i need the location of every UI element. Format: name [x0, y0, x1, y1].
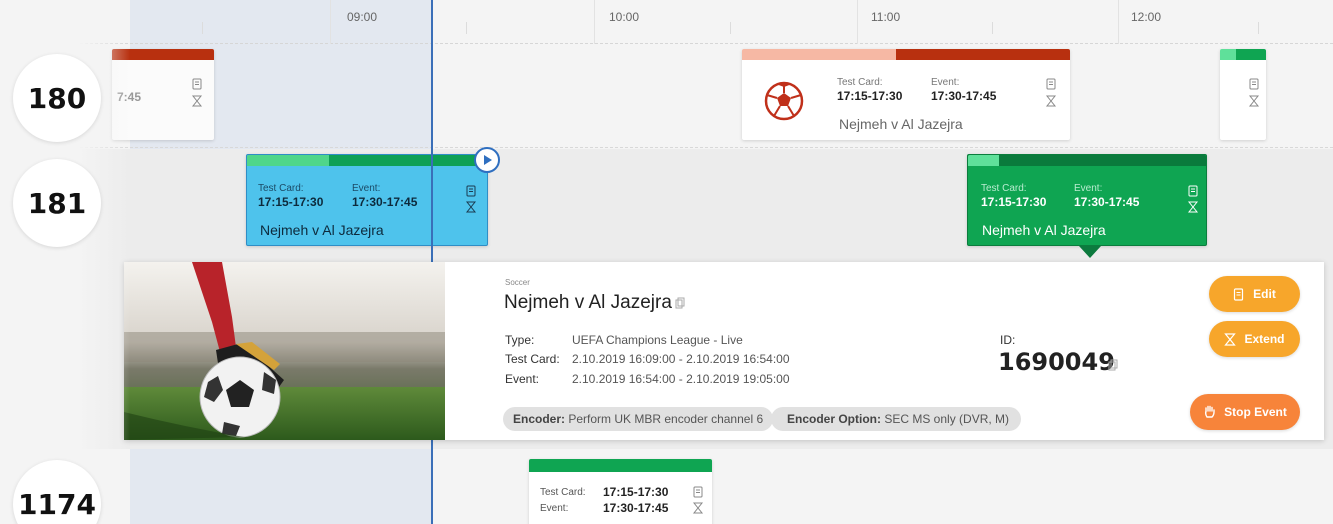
tick — [466, 22, 467, 34]
channel-badge-181[interactable]: 181 — [13, 159, 101, 247]
event-card-181-blue[interactable]: Test Card: 17:15-17:30 Event: 17:30-17:4… — [246, 154, 488, 246]
event-time: 7:45 — [117, 90, 142, 104]
event-label: Event: — [931, 77, 960, 88]
test-card-label: Test Card: — [258, 183, 304, 194]
event-label: Event: — [505, 372, 540, 386]
test-card-label: Test Card: — [981, 183, 1027, 194]
tick — [594, 0, 595, 44]
test-card-time: 17:15-17:30 — [258, 195, 324, 209]
edit-icon[interactable] — [692, 486, 704, 498]
encoder-pill: Encoder: Perform UK MBR encoder channel … — [503, 407, 774, 431]
encoder-option-pill: Encoder Option: SEC MS only (DVR, M) — [771, 407, 1022, 431]
tick — [730, 22, 731, 34]
hour-label: 11:00 — [871, 10, 901, 24]
test-card-time: 17:15-17:30 — [603, 485, 669, 499]
extend-icon[interactable] — [465, 201, 477, 213]
play-icon — [484, 155, 492, 165]
tick — [992, 22, 993, 34]
hour-label: 09:00 — [347, 10, 378, 24]
event-card-181-green[interactable]: Test Card: 17:15-17:30 Event: 17:30-17:4… — [967, 154, 1207, 246]
play-button[interactable] — [474, 147, 500, 173]
schedule-timeline: 09:00 10:00 11:00 12:00 180 181 1174 7:4… — [0, 0, 1333, 524]
event-title: Nejmeh v Al Jazejra — [982, 222, 1106, 238]
event-title: Nejmeh v Al Jazejra — [839, 116, 963, 132]
extend-button-label: Extend — [1244, 332, 1285, 346]
tick — [202, 22, 203, 34]
encoder-label: Encoder: — [513, 412, 566, 426]
edit-icon[interactable] — [465, 185, 477, 197]
event-label: Event: — [1074, 183, 1103, 194]
event-card-180[interactable]: Test Card: 17:15-17:30 Event: 17:30-17:4… — [742, 49, 1070, 140]
extend-icon[interactable] — [692, 502, 704, 514]
event-detail-panel: Soccer Nejmeh v Al Jazejra Type: UEFA Ch… — [124, 262, 1324, 440]
extend-icon — [1224, 332, 1237, 346]
event-time: 17:30-17:45 — [931, 89, 997, 103]
status-bar — [1220, 49, 1266, 60]
hour-label: 12:00 — [1131, 10, 1162, 24]
id-label: ID: — [1000, 333, 1016, 347]
edit-button-label: Edit — [1253, 287, 1276, 301]
type-value: UEFA Champions League - Live — [572, 333, 743, 347]
extend-icon[interactable] — [191, 95, 203, 107]
tick — [1118, 0, 1119, 44]
event-label: Event: — [352, 183, 381, 194]
tick — [857, 0, 858, 44]
encoder-value: Perform UK MBR encoder channel 6 — [568, 412, 764, 426]
type-label: Type: — [505, 333, 535, 347]
tick — [330, 0, 331, 44]
status-bar — [112, 49, 214, 60]
tick — [1258, 22, 1259, 34]
stop-event-button[interactable]: Stop Event — [1190, 394, 1300, 430]
edit-icon — [1234, 287, 1244, 301]
status-bar — [529, 459, 712, 472]
encoder-option-value: SEC MS only (DVR, M) — [884, 412, 1010, 426]
test-card-label: Test Card: — [505, 352, 560, 366]
status-bar — [742, 49, 1070, 60]
event-title: Nejmeh v Al Jazejra — [504, 292, 672, 313]
event-photo-image — [124, 262, 445, 440]
test-card-time: 17:15-17:30 — [837, 89, 903, 103]
extend-icon[interactable] — [1187, 201, 1199, 213]
edit-icon[interactable] — [191, 78, 203, 90]
event-title: Nejmeh v Al Jazejra — [260, 222, 384, 238]
soccer-ball-icon — [764, 81, 804, 121]
status-bar — [968, 155, 1206, 166]
edit-button[interactable]: Edit — [1209, 276, 1300, 312]
test-card-value: 2.10.2019 16:09:00 - 2.10.2019 16:54:00 — [572, 352, 790, 366]
time-header: 09:00 10:00 11:00 12:00 — [0, 0, 1333, 44]
extend-icon[interactable] — [1248, 95, 1260, 107]
selected-card-pointer — [1079, 246, 1101, 258]
stop-event-button-label: Stop Event — [1224, 405, 1287, 419]
hour-label: 10:00 — [609, 10, 640, 24]
extend-icon[interactable] — [1045, 95, 1057, 107]
event-id: 1690049 — [998, 348, 1115, 376]
edit-icon[interactable] — [1045, 78, 1057, 90]
edit-icon[interactable] — [1248, 78, 1260, 90]
event-value: 2.10.2019 16:54:00 - 2.10.2019 19:05:00 — [572, 372, 790, 386]
event-time: 17:30-17:45 — [1074, 195, 1140, 209]
event-photo — [124, 262, 445, 440]
test-card-time: 17:15-17:30 — [981, 195, 1047, 209]
copy-icon[interactable] — [675, 297, 685, 309]
test-card-label: Test Card: — [540, 487, 586, 498]
encoder-option-label: Encoder Option: — [787, 412, 881, 426]
event-label: Event: — [540, 503, 569, 514]
event-time: 17:30-17:45 — [352, 195, 418, 209]
stop-hand-icon — [1205, 405, 1215, 418]
event-time: 17:30-17:45 — [603, 501, 669, 515]
status-bar — [247, 155, 487, 166]
test-card-label: Test Card: — [837, 77, 883, 88]
event-card-180-next[interactable] — [1220, 49, 1266, 140]
channel-badge-180[interactable]: 180 — [13, 54, 101, 142]
sport-label: Soccer — [505, 278, 530, 287]
copy-icon[interactable] — [1108, 359, 1118, 371]
event-card-180-partial[interactable]: 7:45 — [112, 49, 214, 140]
extend-button[interactable]: Extend — [1209, 321, 1300, 357]
edit-icon[interactable] — [1187, 185, 1199, 197]
event-card-1174[interactable]: Test Card: 17:15-17:30 Event: 17:30-17:4… — [529, 459, 712, 524]
